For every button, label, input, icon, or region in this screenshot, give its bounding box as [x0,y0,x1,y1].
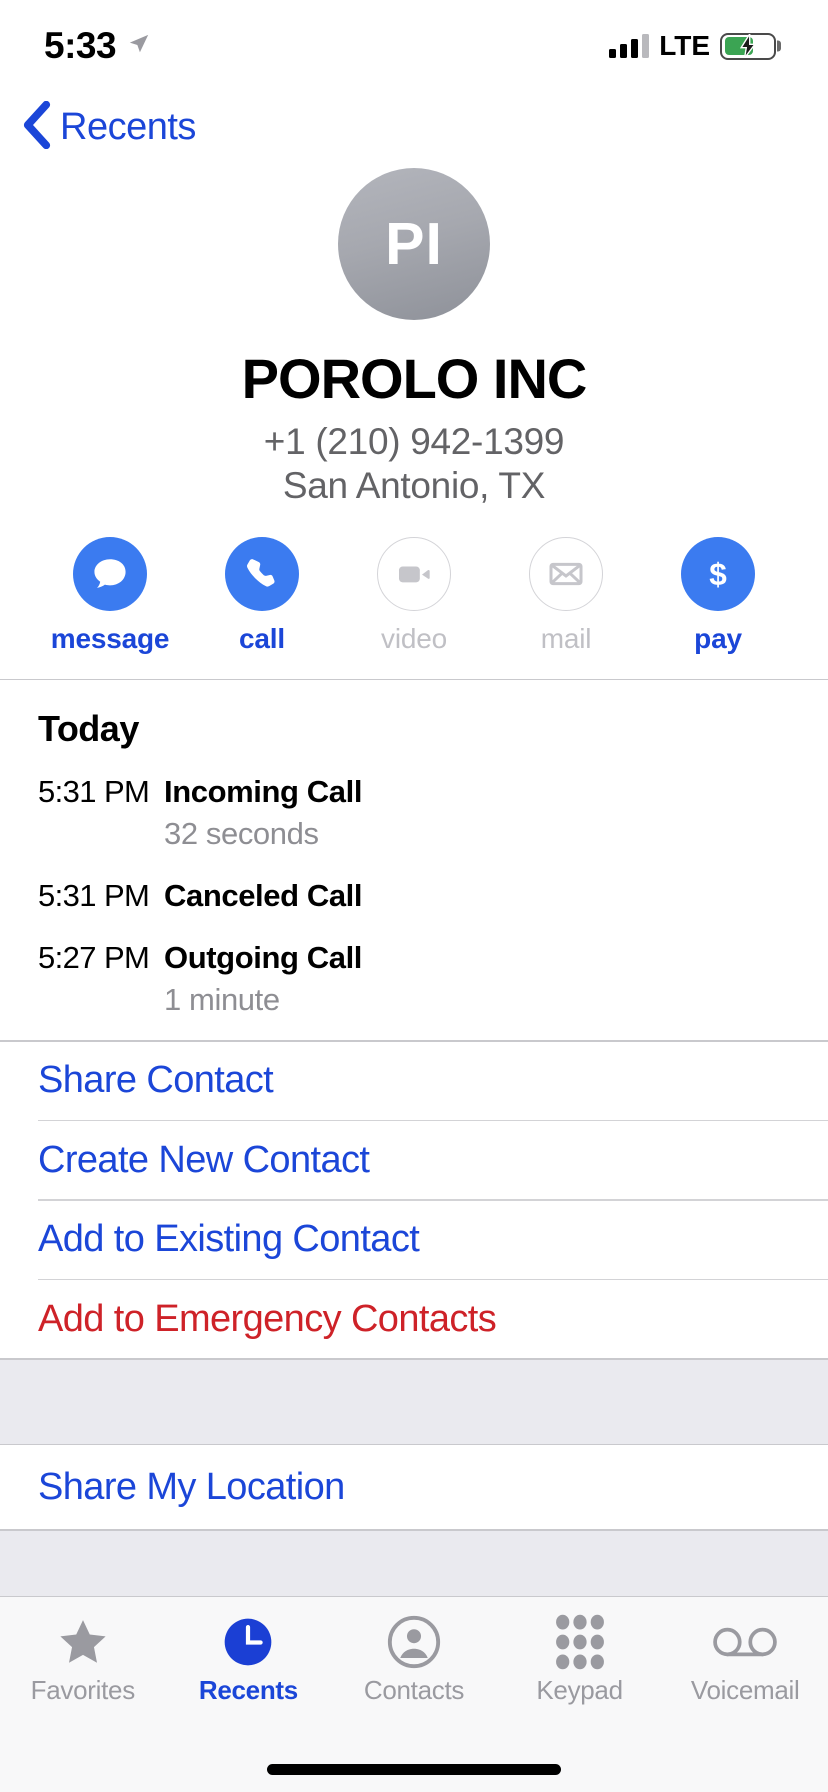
call-history-row[interactable]: 5:27 PM Outgoing Call 1 minute [0,918,828,1022]
action-call-label: call [239,622,285,654]
contact-header: PI POROLO INC +1 (210) 942-1399 San Anto… [0,162,828,507]
call-kind: Canceled Call [164,878,363,914]
video-camera-icon [377,536,451,611]
call-duration: 32 seconds [164,816,319,852]
call-duration: 1 minute [164,982,280,1018]
action-video-label: video [381,622,447,654]
chevron-left-icon [22,100,52,154]
action-message-label: message [50,622,170,654]
section-gap [0,1359,828,1444]
call-history-title: Today [38,708,139,750]
action-message[interactable]: message [51,536,169,655]
tab-recents-label: Recents [198,1675,298,1705]
message-bubble-icon [73,536,147,611]
tab-contacts[interactable]: Contacts [331,1611,497,1746]
call-history-section: Today 5:31 PM Incoming Call 32 seconds 5… [0,680,828,1041]
avatar: PI [338,168,490,320]
add-to-emergency-contacts-button[interactable]: Add to Emergency Contacts [0,1280,828,1358]
action-mail-label: mail [540,622,592,654]
envelope-icon [529,536,603,611]
voicemail-icon [712,1611,778,1673]
action-mail: mail [516,536,616,655]
contact-actions-menu: Share Contact Create New Contact Add to … [0,1041,828,1359]
add-to-existing-contact-button[interactable]: Add to Existing Contact [0,1201,828,1279]
star-icon [54,1611,112,1673]
call-detail: Canceled Call [154,878,363,914]
nav-bar: Recents [0,92,828,162]
person-circle-icon [385,1611,443,1673]
tab-recents[interactable]: Recents [166,1611,332,1746]
call-kind: Outgoing Call [164,940,362,976]
home-indicator[interactable] [267,1763,561,1775]
section-gap [0,1530,828,1596]
tab-keypad[interactable]: Keypad [497,1611,663,1746]
status-bar-left: 5:33 [44,25,150,67]
call-detail: Outgoing Call 1 minute [154,940,362,1018]
call-history-row[interactable]: 5:31 PM Incoming Call 32 seconds [0,764,828,856]
quick-actions: message call video mail $ pay [0,507,828,655]
phone-screen: 5:33 LTE Recents PI POROLO INC +1 (210) … [0,0,828,1792]
call-time: 5:31 PM [38,774,150,810]
keypad-dots-icon [554,1611,606,1673]
tab-favorites-label: Favorites [30,1675,136,1705]
call-time: 5:31 PM [38,878,150,914]
detail-content: Today 5:31 PM Incoming Call 32 seconds 5… [0,655,828,1596]
contact-location: San Antonio, TX [282,464,546,506]
share-contact-button[interactable]: Share Contact [0,1042,828,1120]
status-bar-right: LTE [609,30,781,62]
location-arrow-icon [128,33,150,60]
home-indicator-area [0,1746,828,1792]
share-my-location-button[interactable]: Share My Location [0,1445,828,1530]
call-history-row[interactable]: 5:31 PM Canceled Call [0,856,828,918]
contact-phone: +1 (210) 942-1399 [263,420,565,462]
tab-keypad-label: Keypad [536,1675,623,1705]
action-pay[interactable]: $ pay [668,536,768,655]
contact-name: POROLO INC [241,347,588,410]
back-label: Recents [60,105,196,148]
call-detail: Incoming Call 32 seconds [154,774,362,852]
svg-text:$: $ [709,556,727,592]
back-button[interactable]: Recents [22,100,196,154]
dollar-sign-icon: $ [681,536,755,611]
status-bar: 5:33 LTE [0,0,828,92]
tab-favorites[interactable]: Favorites [0,1611,166,1746]
carrier-label: LTE [659,30,710,61]
tab-contacts-label: Contacts [363,1675,465,1705]
action-call[interactable]: call [212,536,312,655]
clock-icon [220,1611,276,1673]
status-time: 5:33 [44,25,117,66]
phone-handset-icon [225,536,299,611]
call-kind: Incoming Call [164,774,363,810]
tab-bar: Favorites Recents Contacts Keypad Voicem… [0,1596,828,1792]
tab-list: Favorites Recents Contacts Keypad Voicem… [0,1597,828,1746]
action-pay-label: pay [694,622,742,654]
battery-charging-icon [720,32,781,60]
tab-voicemail[interactable]: Voicemail [662,1611,828,1746]
signal-bars-icon [609,34,650,58]
call-time: 5:27 PM [38,940,150,976]
action-video: video [364,536,464,655]
tab-voicemail-label: Voicemail [690,1675,800,1705]
create-new-contact-button[interactable]: Create New Contact [0,1121,828,1199]
